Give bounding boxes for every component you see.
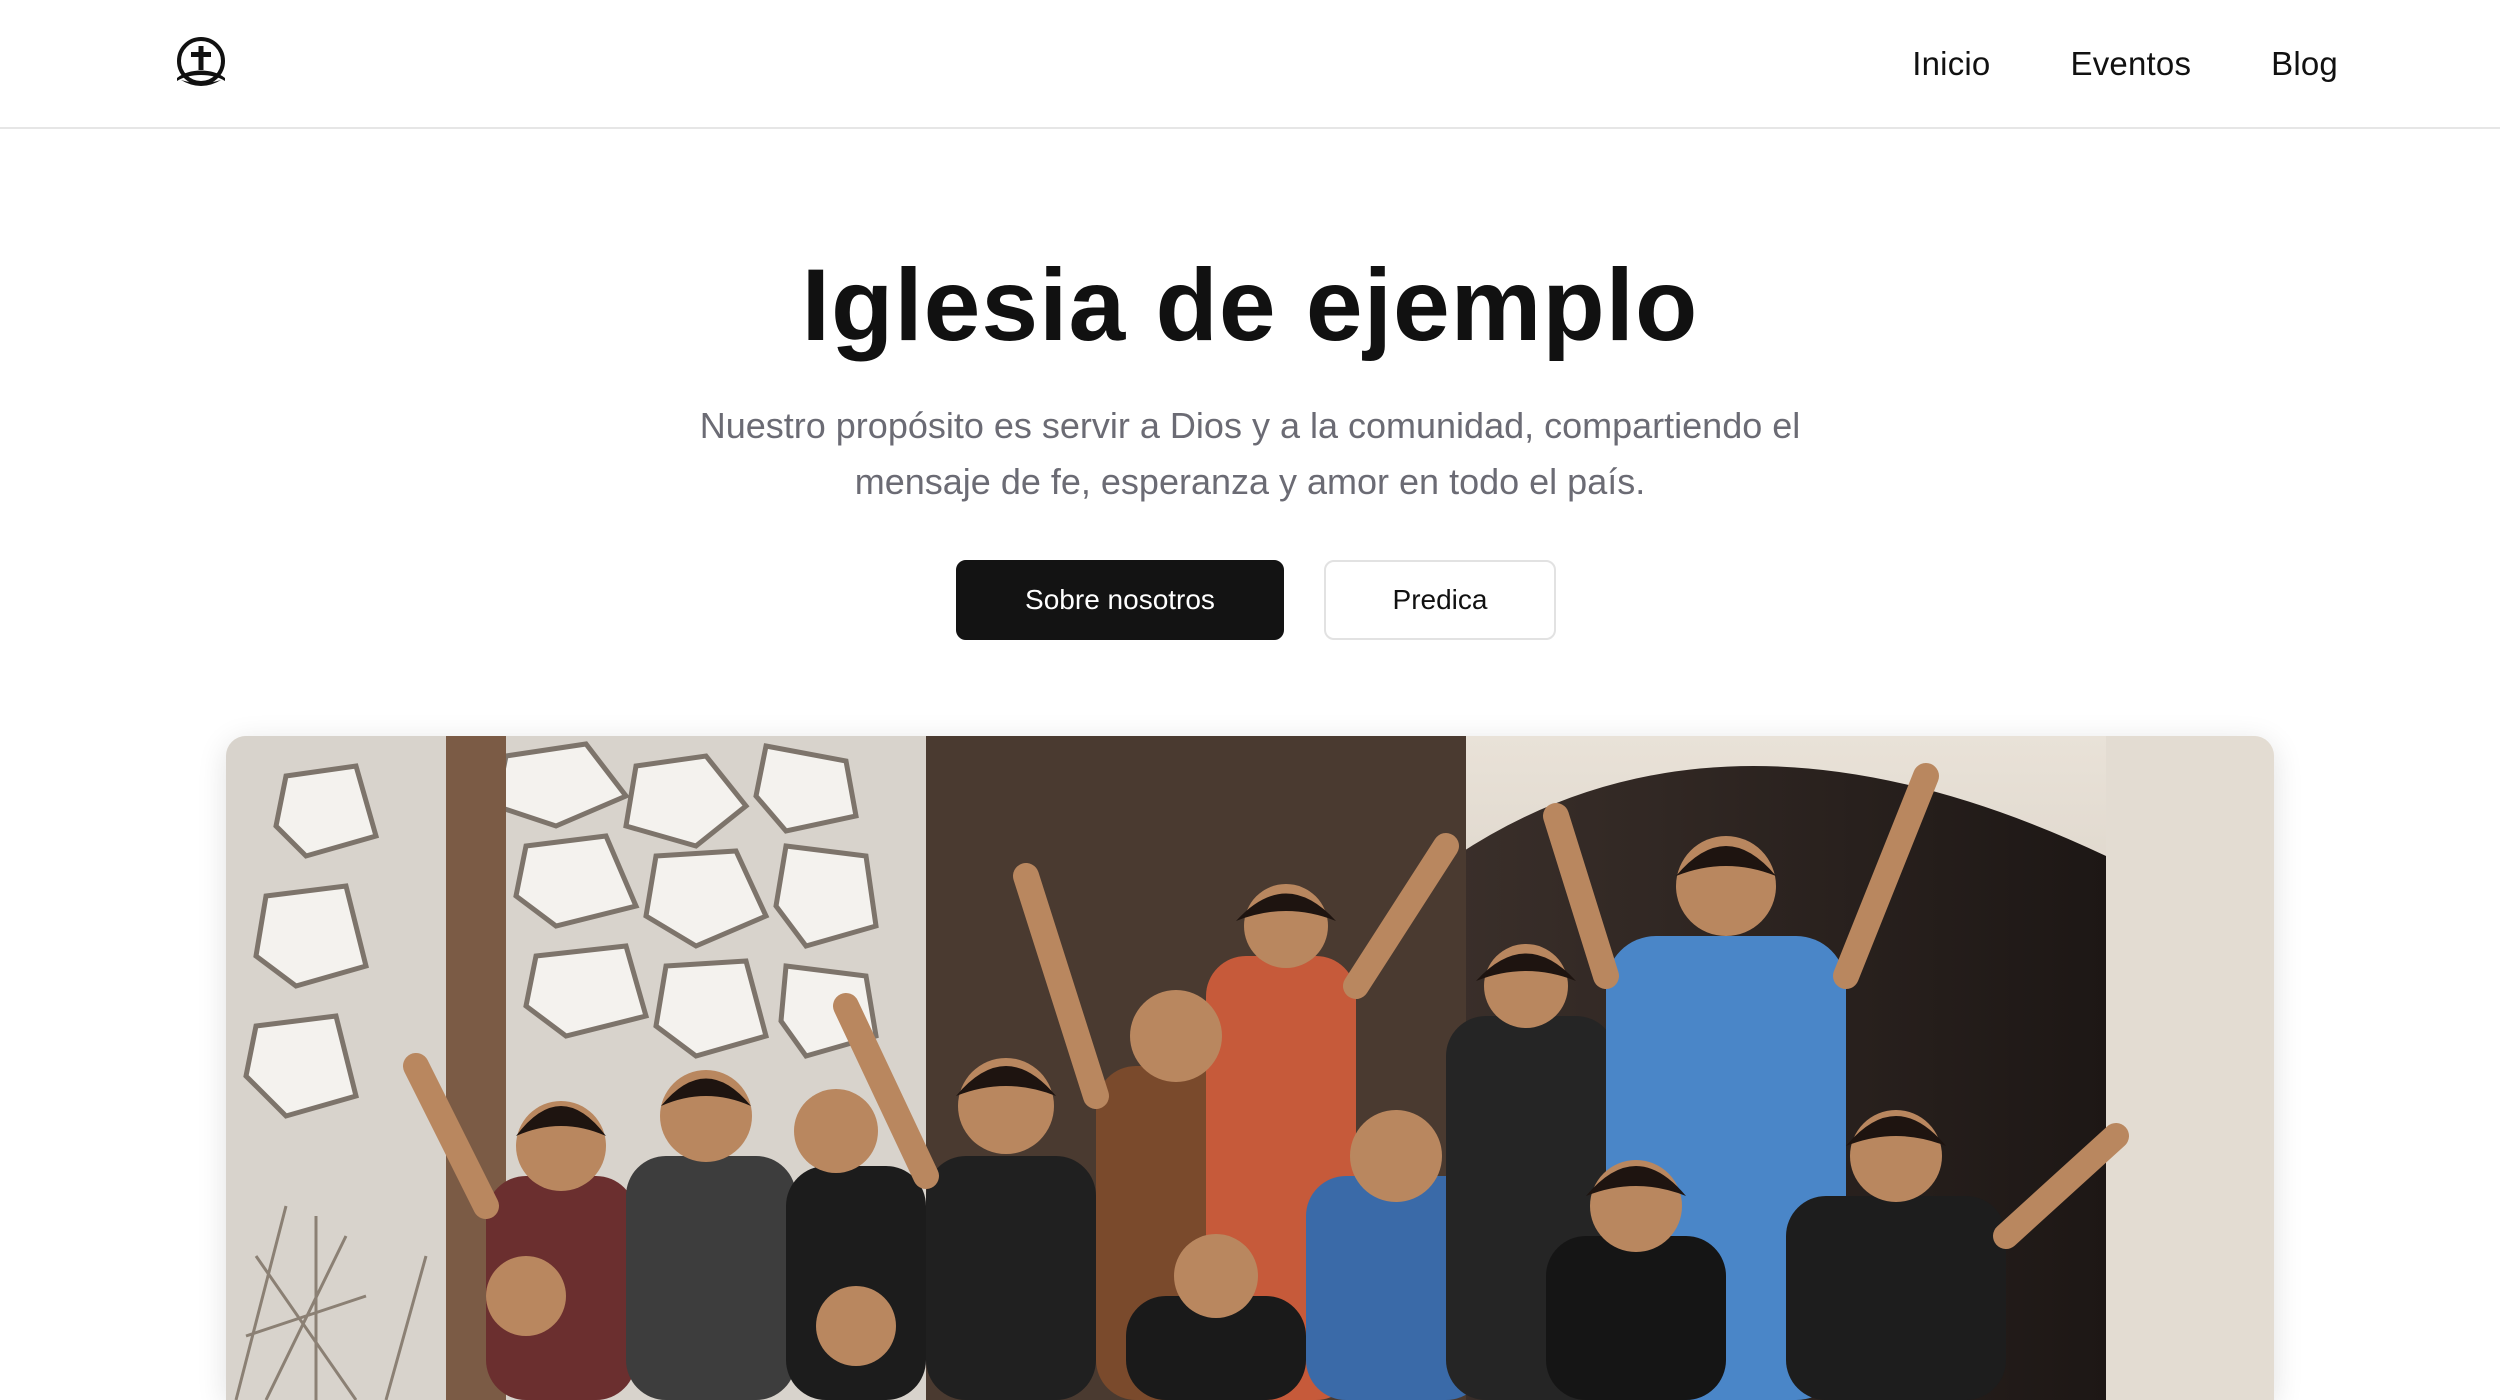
hero-actions: Sobre nosotros Predica [0, 560, 2500, 640]
site-header: Inicio Eventos Blog [0, 0, 2500, 129]
nav-link-inicio[interactable]: Inicio [1912, 45, 1990, 83]
main-nav: Inicio Eventos Blog [1912, 0, 2338, 127]
about-us-button[interactable]: Sobre nosotros [956, 560, 1284, 640]
nav-link-eventos[interactable]: Eventos [2071, 45, 2192, 83]
nav-link-blog[interactable]: Blog [2271, 45, 2338, 83]
sermon-button[interactable]: Predica [1324, 560, 1556, 640]
page-title: Iglesia de ejemplo [801, 248, 1699, 362]
hero-subtitle: Nuestro propósito es servir a Dios y a l… [699, 405, 1801, 502]
hero-group-photo [226, 736, 2274, 1400]
church-logo-icon[interactable] [171, 34, 231, 94]
